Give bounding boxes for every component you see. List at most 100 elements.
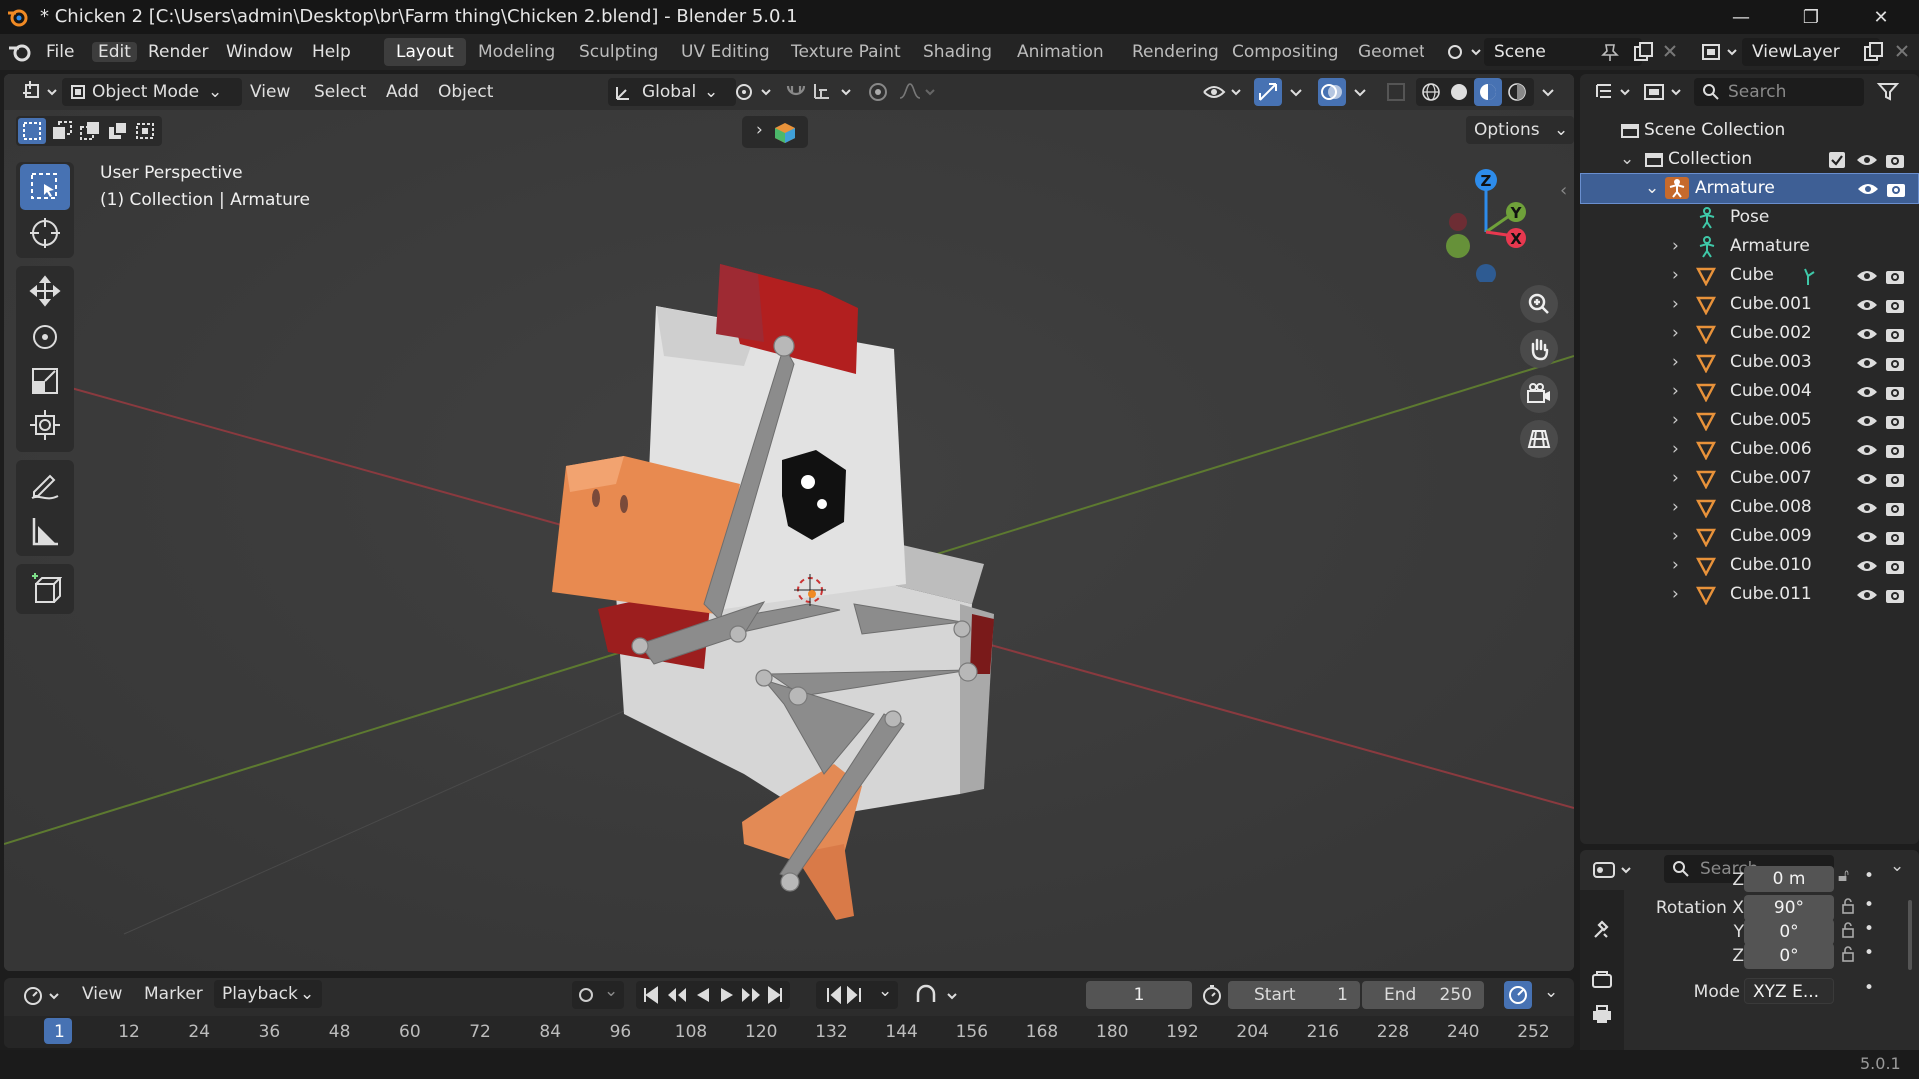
chevron-down-icon[interactable]: ⌄ <box>604 981 618 1001</box>
render-tab-icon[interactable] <box>1590 968 1614 992</box>
menu-render[interactable]: Render <box>148 42 209 62</box>
minimize-button[interactable]: — <box>1712 0 1770 34</box>
render-camera-icon[interactable] <box>1884 324 1906 344</box>
select-box-tool[interactable] <box>20 164 70 210</box>
select-new-button[interactable] <box>18 118 46 144</box>
rendered-shading-icon[interactable] <box>1506 81 1528 103</box>
eye-icon[interactable] <box>1857 180 1879 198</box>
next-keyframe-jump-icon[interactable] <box>846 986 866 1004</box>
view-layer-icon[interactable] <box>1700 40 1740 64</box>
record-icon[interactable] <box>578 987 594 1003</box>
menu-window[interactable]: Window <box>226 42 293 62</box>
eye-icon[interactable] <box>1856 499 1878 517</box>
eye-icon[interactable] <box>1856 267 1878 285</box>
chevron-down-icon[interactable]: ⌄ <box>1890 856 1904 876</box>
snap-target-icon[interactable] <box>812 80 856 104</box>
render-camera-icon[interactable] <box>1885 179 1907 199</box>
chevron-right-icon[interactable]: › <box>1672 381 1679 401</box>
outliner-row-object[interactable]: › Cube <box>1580 261 1919 290</box>
prev-keyframe-jump-icon[interactable] <box>822 986 842 1004</box>
close-button[interactable]: ✕ <box>1852 0 1910 34</box>
eye-icon[interactable] <box>1856 470 1878 488</box>
outliner-row-object[interactable]: › Cube.003 <box>1580 348 1919 377</box>
chevron-down-icon[interactable]: ⌄ <box>878 981 892 1001</box>
stopwatch-icon[interactable] <box>1200 983 1224 1007</box>
render-camera-icon[interactable] <box>1884 353 1906 373</box>
maximize-button[interactable]: ❐ <box>1782 0 1840 34</box>
chevron-right-icon[interactable]: › <box>1672 555 1679 575</box>
annotate-tool[interactable] <box>20 462 70 508</box>
output-tab-icon[interactable] <box>1590 1002 1614 1026</box>
scene-icon[interactable] <box>1444 40 1482 64</box>
tab-geometry[interactable]: Geometr <box>1346 38 1424 66</box>
pivot-point-icon[interactable] <box>732 80 776 104</box>
chevron-right-icon[interactable]: › <box>1672 323 1679 343</box>
viewport-menu-select[interactable]: Select <box>306 78 374 106</box>
falloff-icon[interactable] <box>898 80 938 104</box>
proportional-edit-icon[interactable] <box>866 80 890 104</box>
chevron-right-icon[interactable]: › <box>1672 468 1679 488</box>
eye-icon[interactable] <box>1856 151 1878 169</box>
chevron-down-icon[interactable]: ⌄ <box>1620 149 1634 169</box>
select-extend-icon[interactable] <box>48 118 76 144</box>
viewport-menu-object[interactable]: Object <box>430 78 501 106</box>
keyframe-dot-icon[interactable]: • <box>1864 919 1874 939</box>
outliner-row-object[interactable]: › Cube.006 <box>1580 435 1919 464</box>
outliner-row-object[interactable]: › Cube.008 <box>1580 493 1919 522</box>
chevron-down-icon[interactable]: ⌄ <box>1645 178 1659 198</box>
outliner-row-object[interactable]: › Cube.002 <box>1580 319 1919 348</box>
display-mode-icon[interactable] <box>1642 80 1686 104</box>
add-cube-tool[interactable] <box>20 566 70 612</box>
mode-dropdown[interactable]: Object Mode ⌄ <box>62 78 242 106</box>
scale-tool[interactable] <box>20 358 70 404</box>
eye-icon[interactable] <box>1856 325 1878 343</box>
transform-orientation-dropdown[interactable]: Global ⌄ <box>608 78 736 106</box>
delete-scene-icon[interactable] <box>1662 43 1678 59</box>
chevron-right-icon[interactable]: › <box>1672 439 1679 459</box>
select-invert-icon[interactable] <box>104 118 132 144</box>
eye-icon[interactable] <box>1856 383 1878 401</box>
visibility-toggle-icon[interactable] <box>1202 80 1246 104</box>
play-icon[interactable] <box>718 986 736 1004</box>
outliner-row-object[interactable]: › Cube.004 <box>1580 377 1919 406</box>
checkbox-icon[interactable] <box>1828 151 1846 169</box>
timeline-menu-marker[interactable]: Marker <box>136 980 211 1008</box>
snap-icon[interactable] <box>784 80 810 104</box>
solid-shading-icon[interactable] <box>1448 81 1470 103</box>
properties-scrollbar[interactable] <box>1908 900 1912 970</box>
new-view-layer-icon[interactable] <box>1862 41 1884 63</box>
rotation-lock-icons[interactable] <box>1840 897 1856 969</box>
outliner-row-object[interactable]: › Cube.010 <box>1580 551 1919 580</box>
blender-menu-icon[interactable] <box>8 42 32 62</box>
gizmo-toggle-button[interactable] <box>1254 78 1282 106</box>
render-camera-icon[interactable] <box>1884 266 1906 286</box>
next-keyframe-icon[interactable] <box>740 986 762 1004</box>
options-dropdown[interactable]: Options ⌄ <box>1466 116 1574 144</box>
outliner-row-armature-data[interactable]: › Armature <box>1580 232 1919 261</box>
tab-modeling[interactable]: Modeling <box>466 38 567 66</box>
current-frame-field[interactable]: 1 <box>1086 981 1192 1009</box>
asset-shelf-toggle[interactable]: › <box>742 116 808 148</box>
properties-editor-type-icon[interactable] <box>1592 858 1636 882</box>
tab-sculpting[interactable]: Sculpting <box>567 38 670 66</box>
shading-options-icon[interactable] <box>1538 80 1560 104</box>
keyframe-dot-icon[interactable]: • <box>1864 978 1874 998</box>
keyframe-dot-icon[interactable]: • <box>1864 943 1874 963</box>
view-layer-field[interactable]: ViewLayer <box>1742 38 1880 66</box>
chevron-down-icon[interactable]: ⌄ <box>1544 982 1558 1002</box>
eye-icon[interactable] <box>1856 354 1878 372</box>
keyframe-dot-icon[interactable]: • <box>1864 895 1874 915</box>
chevron-right-icon[interactable]: › <box>1672 352 1679 372</box>
jump-start-icon[interactable] <box>642 986 660 1004</box>
3d-viewport[interactable]: Object Mode ⌄ View Select Add Object Glo… <box>4 74 1574 971</box>
ortho-toggle-button[interactable] <box>1520 420 1558 458</box>
jump-end-icon[interactable] <box>766 986 784 1004</box>
viewport-menu-add[interactable]: Add <box>378 78 427 106</box>
tab-animation[interactable]: Animation <box>1005 38 1116 66</box>
play-reverse-icon[interactable] <box>694 986 712 1004</box>
outliner-row-object[interactable]: › Cube.007 <box>1580 464 1919 493</box>
transform-tool[interactable] <box>20 402 70 448</box>
menu-file[interactable]: File <box>46 42 74 62</box>
select-subtract-icon[interactable] <box>76 118 104 144</box>
snapping-icon[interactable] <box>914 984 964 1008</box>
